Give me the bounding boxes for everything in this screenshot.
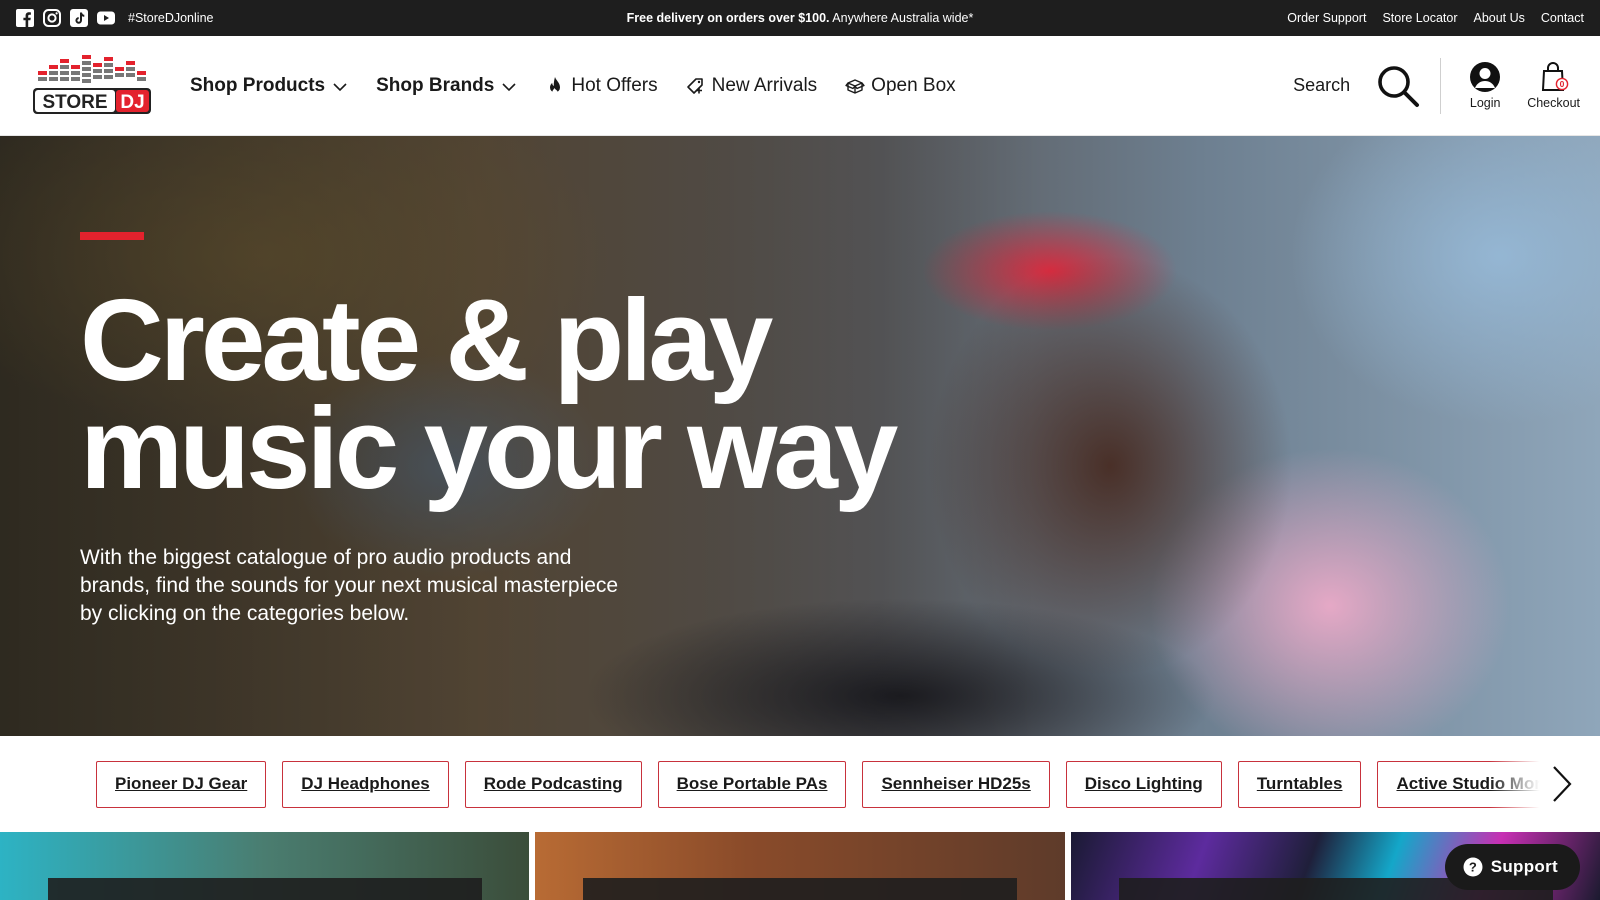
nav-new-arrivals[interactable]: New Arrivals <box>686 74 818 97</box>
top-bar: #StoreDJonline Free delivery on orders o… <box>0 0 1600 36</box>
search-icon[interactable] <box>1376 64 1420 108</box>
social-links: #StoreDJonline <box>16 9 213 27</box>
tile-caption-bar <box>48 878 482 900</box>
nav-shop-brands-label: Shop Brands <box>376 74 495 96</box>
open-box-icon <box>845 78 865 94</box>
chevron-down-icon <box>502 83 516 92</box>
feature-tiles <box>0 832 1600 900</box>
support-label: Support <box>1490 857 1558 876</box>
chevron-down-icon <box>333 83 347 92</box>
user-icon <box>1470 62 1501 92</box>
order-support-link[interactable]: Order Support <box>1287 11 1366 25</box>
nav-hot-offers-label: Hot Offers <box>571 74 658 96</box>
promo-bold: Free delivery on orders over $100. <box>626 11 830 25</box>
category-chip-disco-lighting[interactable]: Disco Lighting <box>1065 760 1222 808</box>
hero-subtitle: With the biggest catalogue of pro audio … <box>80 546 619 625</box>
category-chip-turntables[interactable]: Turntables <box>1237 760 1362 808</box>
nav-shop-products[interactable]: Shop Products <box>190 75 348 97</box>
flame-icon <box>550 76 561 94</box>
logo-graphic: STORE DJ <box>33 54 151 114</box>
category-chip-bose-portable-pas[interactable]: Bose Portable PAs <box>657 760 847 808</box>
header-divider <box>1440 57 1442 114</box>
hero-banner: Create & play music your way With the bi… <box>0 136 1600 736</box>
nav-new-arrivals-label: New Arrivals <box>711 74 818 96</box>
contact-link[interactable]: Contact <box>1541 11 1584 25</box>
shopping-bag-icon: 0 <box>1541 62 1568 91</box>
checkout-label: Checkout <box>1527 96 1580 110</box>
store-locator-link[interactable]: Store Locator <box>1382 11 1457 25</box>
header-actions: Search Login 0 Checkout <box>1293 57 1580 114</box>
promo-text: Anywhere Australia wide* <box>829 11 974 25</box>
login-label: Login <box>1469 96 1501 110</box>
tiktok-icon[interactable] <box>70 9 88 27</box>
hero-title: Create & play music your way <box>80 282 980 506</box>
chips-fade-overlay <box>1490 736 1600 832</box>
category-chip-dj-headphones[interactable]: DJ Headphones <box>282 760 449 808</box>
nav-shop-products-label: Shop Products <box>190 74 326 96</box>
support-button[interactable]: ? Support <box>1444 844 1580 890</box>
youtube-icon[interactable] <box>97 9 115 27</box>
tag-plus-icon <box>686 77 703 94</box>
svg-text:?: ? <box>1469 860 1477 875</box>
login-button[interactable]: Login <box>1469 61 1501 110</box>
category-chips: Pioneer DJ Gear DJ Headphones Rode Podca… <box>0 736 1600 832</box>
facebook-icon[interactable] <box>16 9 34 27</box>
nav-hot-offers[interactable]: Hot Offers <box>545 74 658 97</box>
instagram-icon[interactable] <box>43 9 61 27</box>
feature-tile-2[interactable] <box>535 832 1065 900</box>
category-chip-rode-podcasting[interactable]: Rode Podcasting <box>464 760 642 808</box>
nav-open-box-label: Open Box <box>871 74 956 96</box>
store-dj-logo[interactable]: STORE DJ <box>32 54 152 117</box>
tile-caption-bar <box>583 878 1018 900</box>
search-label[interactable]: Search <box>1293 75 1350 96</box>
social-hashtag: #StoreDJonline <box>128 11 214 25</box>
help-circle-icon: ? <box>1463 857 1483 877</box>
category-chip-sennheiser-hd25s[interactable]: Sennheiser HD25s <box>862 760 1050 808</box>
svg-text:DJ: DJ <box>120 92 144 113</box>
primary-nav: Shop Products Shop Brands Hot Offers New… <box>190 75 956 97</box>
main-header: STORE DJ Shop Products Shop Brands Hot O… <box>0 36 1600 136</box>
utility-links: Order Support Store Locator About Us Con… <box>1287 11 1584 25</box>
about-us-link[interactable]: About Us <box>1473 11 1524 25</box>
nav-shop-brands[interactable]: Shop Brands <box>376 75 517 97</box>
category-chip-pioneer-dj-gear[interactable]: Pioneer DJ Gear <box>96 760 267 808</box>
svg-text:STORE: STORE <box>42 92 107 113</box>
checkout-button[interactable]: 0 Checkout <box>1527 61 1580 110</box>
hero-content: Create & play music your way With the bi… <box>80 232 980 628</box>
chevron-right-icon[interactable] <box>1550 764 1574 804</box>
hero-accent-bar <box>80 232 144 240</box>
feature-tile-1[interactable] <box>0 832 530 900</box>
hero-title-line-2: music your way <box>80 383 898 513</box>
nav-open-box[interactable]: Open Box <box>845 75 956 97</box>
cart-count: 0 <box>1559 79 1564 89</box>
